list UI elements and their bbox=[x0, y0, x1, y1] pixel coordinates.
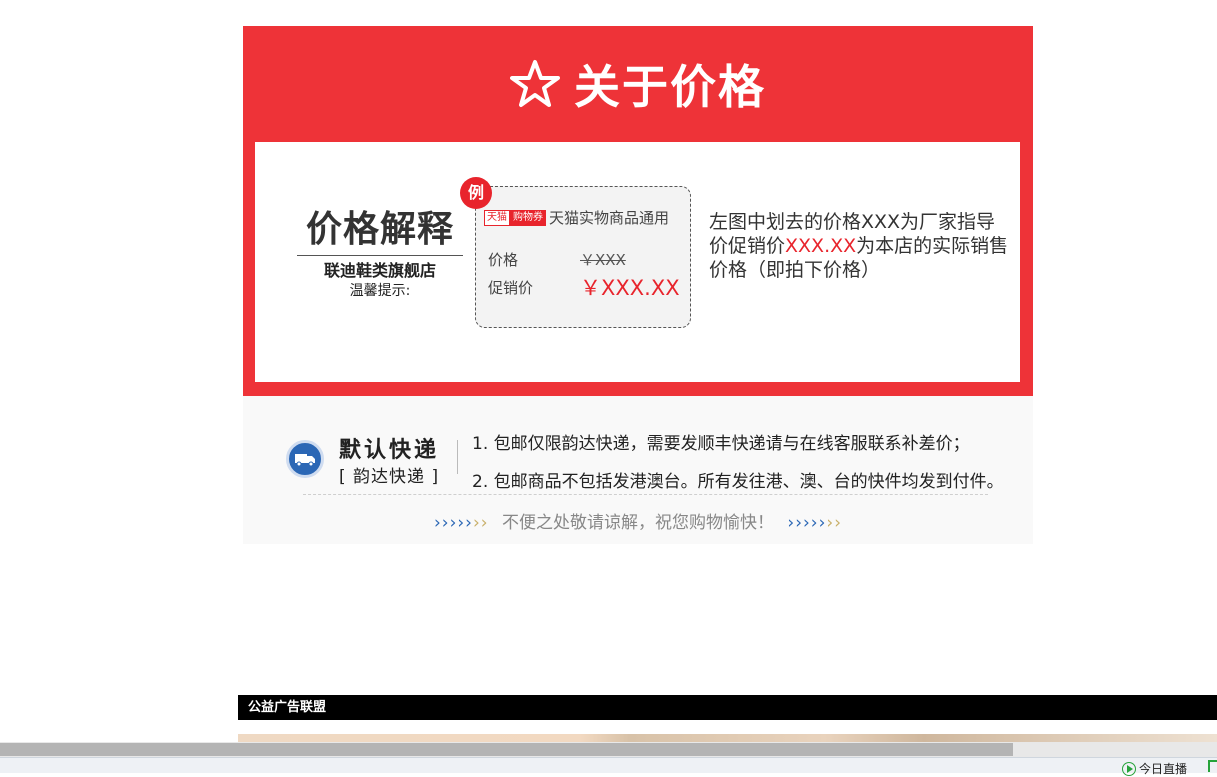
price-banner: 关于价格 价格解释 联迪鞋类旗舰店 温馨提示: 例 天猫 购物券 天猫实物商品通… bbox=[243, 26, 1033, 396]
description-highlight: XXX.XX bbox=[785, 235, 857, 257]
shipping-footer: ››››››› 不便之处敬请谅解，祝您购物愉快！ ››››››› bbox=[243, 508, 1033, 533]
example-promo-value: ￥XXX.XX bbox=[580, 276, 680, 300]
price-description: 左图中划去的价格XXX为厂家指导价促销价XXX.XX为本店的实际销售价格（即拍下… bbox=[709, 210, 1009, 282]
shipping-footer-text: 不便之处敬请谅解，祝您购物愉快！ bbox=[502, 513, 774, 533]
shipping-line-2: 2. 包邮商品不包括发港澳台。所有发往港、澳、台的快件均发到付件。 bbox=[472, 472, 1004, 492]
price-panel: 价格解释 联迪鞋类旗舰店 温馨提示: 例 天猫 购物券 天猫实物商品通用 价格 … bbox=[255, 142, 1020, 382]
shipping-line-1: 1. 包邮仅限韵达快递，需要发顺丰快递请与在线客服联系补差价； bbox=[472, 434, 970, 454]
shipping-section: 默认快递 [ 韵达快递 ] 1. 包邮仅限韵达快递，需要发顺丰快递请与在线客服联… bbox=[243, 396, 1033, 544]
status-edge-icon[interactable] bbox=[1208, 760, 1217, 772]
play-icon bbox=[1122, 761, 1136, 776]
store-name: 联迪鞋类旗舰店 bbox=[323, 261, 436, 280]
tip-label: 温馨提示: bbox=[349, 283, 411, 299]
arrows-right-fade: ›› bbox=[826, 513, 843, 533]
example-price-label: 价格 bbox=[488, 251, 519, 269]
price-header: 关于价格 bbox=[243, 26, 1033, 142]
example-price-value: ￥XXX bbox=[580, 251, 626, 269]
star-icon bbox=[510, 60, 560, 107]
shipping-subtitle: [ 韵达快递 ] bbox=[339, 467, 440, 487]
ad-bar: 公益广告联盟 bbox=[238, 695, 1217, 720]
truck-icon bbox=[286, 440, 324, 478]
arrows-right: ››››› bbox=[787, 513, 827, 533]
example-badge: 例 bbox=[460, 177, 492, 209]
general-text: 天猫实物商品通用 bbox=[549, 209, 670, 227]
horizontal-scrollbar[interactable] bbox=[0, 742, 1217, 757]
example-promo-label: 促销价 bbox=[488, 279, 534, 297]
shipping-dashed-divider bbox=[303, 494, 988, 495]
arrows-left-fade: ›› bbox=[472, 513, 489, 533]
shipping-title: 默认快递 bbox=[339, 438, 440, 463]
price-explain-block: 价格解释 联迪鞋类旗舰店 温馨提示: bbox=[297, 208, 463, 300]
arrows-left-icon: ››››››› bbox=[434, 513, 489, 533]
tmall-tag: 天猫 bbox=[484, 209, 510, 226]
ad-label: 公益广告联盟 bbox=[248, 700, 327, 715]
arrows-left: ››››› bbox=[433, 513, 473, 533]
explain-title: 价格解释 bbox=[305, 209, 454, 250]
scrollbar-thumb[interactable] bbox=[0, 743, 1013, 756]
price-title: 关于价格 bbox=[574, 60, 766, 114]
shipping-divider bbox=[457, 440, 458, 474]
status-bar: 今日直播 bbox=[0, 757, 1217, 776]
coupon-tag: 购物券 bbox=[510, 209, 546, 226]
arrows-right-icon: ››››››› bbox=[787, 513, 842, 533]
explain-divider bbox=[297, 255, 463, 256]
live-button[interactable]: 今日直播 bbox=[1122, 760, 1187, 777]
example-header: 天猫 购物券 天猫实物商品通用 bbox=[484, 207, 669, 228]
live-label: 今日直播 bbox=[1139, 762, 1188, 776]
price-example-card: 例 天猫 购物券 天猫实物商品通用 价格 ￥XXX 促销价 ￥XXX.XX bbox=[460, 177, 691, 328]
